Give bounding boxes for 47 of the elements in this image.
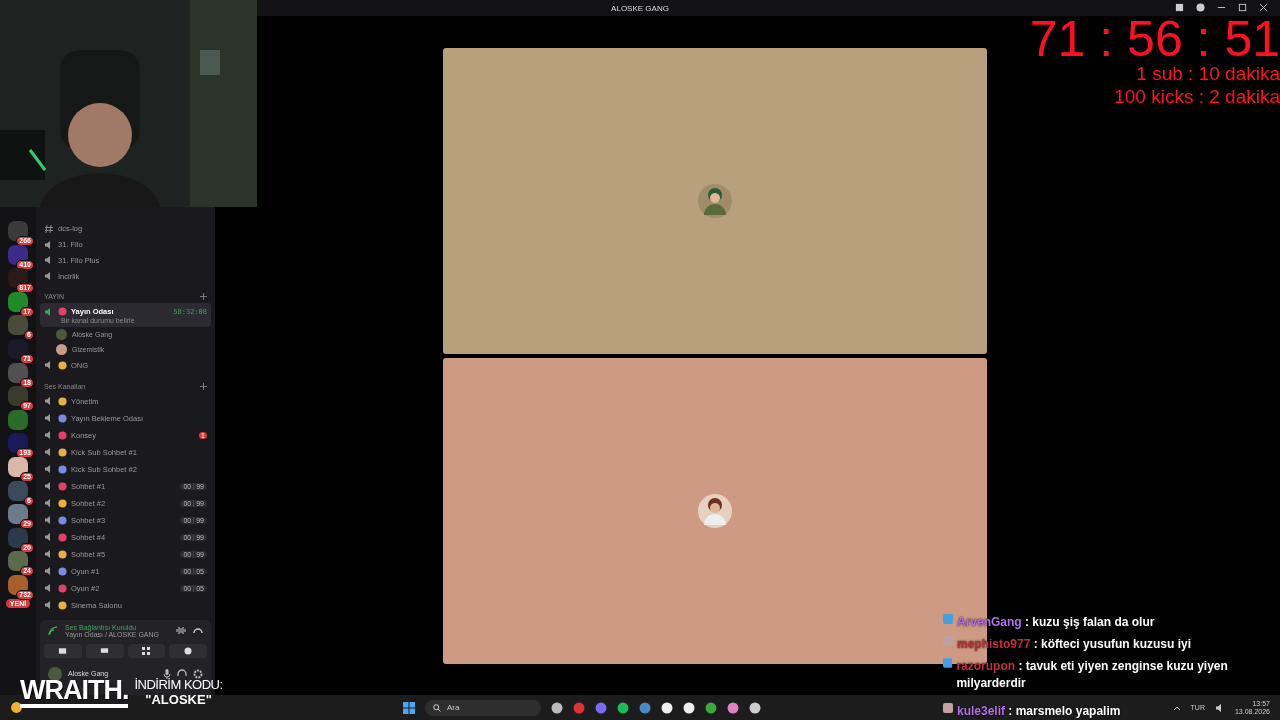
maximize-icon[interactable] bbox=[1238, 3, 1247, 12]
signal-icon bbox=[48, 625, 58, 636]
countdown-timer: 71 : 56 : 51 bbox=[1029, 16, 1280, 62]
timer-rule: 100 kicks : 2 dakika bbox=[1114, 85, 1280, 108]
app-icon[interactable] bbox=[705, 701, 717, 714]
timer-rule: 1 sub : 10 dakika bbox=[1136, 62, 1280, 85]
app-icon[interactable] bbox=[683, 701, 695, 714]
plus-icon[interactable] bbox=[200, 382, 207, 390]
avatar-icon bbox=[56, 329, 67, 341]
camera-off-icon bbox=[58, 646, 68, 655]
hashtag-icon bbox=[44, 223, 54, 234]
close-icon[interactable] bbox=[1259, 3, 1268, 12]
chat-message: kule3elif : marsmelo yapalim bbox=[957, 703, 1121, 720]
window-title: ALOSKE GANG bbox=[611, 3, 669, 13]
activities-button[interactable] bbox=[127, 643, 166, 658]
chat-message: razorupon : tavuk eti yiyen zenginse kuzu yiyen milyarderdir bbox=[956, 658, 1229, 692]
chat-badge-icon bbox=[943, 658, 953, 668]
start-icon[interactable] bbox=[403, 701, 415, 714]
search-icon bbox=[433, 703, 441, 712]
inbox-icon[interactable] bbox=[1175, 3, 1184, 12]
chat-badge-icon bbox=[943, 636, 953, 646]
monitor-icon bbox=[100, 646, 110, 655]
soundboard-button[interactable] bbox=[169, 643, 207, 658]
headphones-icon[interactable] bbox=[177, 668, 187, 679]
microphone-icon[interactable] bbox=[163, 668, 171, 679]
user-avatar-icon bbox=[48, 666, 62, 681]
promo-label: İNDİRİM KODU: bbox=[134, 677, 223, 692]
avatar-icon bbox=[56, 344, 67, 355]
search-field[interactable]: Ara bbox=[425, 699, 541, 716]
grid-icon bbox=[142, 646, 151, 655]
camera-button[interactable] bbox=[44, 643, 82, 658]
app-icon[interactable] bbox=[749, 701, 761, 714]
hang-up-icon[interactable] bbox=[193, 627, 203, 634]
chat-badge-icon bbox=[943, 703, 953, 713]
app-icon[interactable] bbox=[661, 701, 673, 714]
weather-icon[interactable] bbox=[10, 701, 23, 714]
chat-badge-icon bbox=[943, 614, 953, 624]
app-icon[interactable] bbox=[551, 701, 563, 714]
promo-code: "ALOSKE" bbox=[145, 692, 212, 707]
app-icon[interactable] bbox=[617, 701, 629, 714]
settings-icon[interactable] bbox=[193, 668, 203, 679]
soundboard-icon bbox=[184, 646, 193, 655]
help-icon[interactable] bbox=[1196, 3, 1205, 12]
screen-share-button[interactable] bbox=[85, 643, 124, 658]
plus-icon[interactable] bbox=[200, 293, 207, 301]
app-icon[interactable] bbox=[727, 701, 739, 714]
participant-tile[interactable] bbox=[442, 47, 987, 354]
